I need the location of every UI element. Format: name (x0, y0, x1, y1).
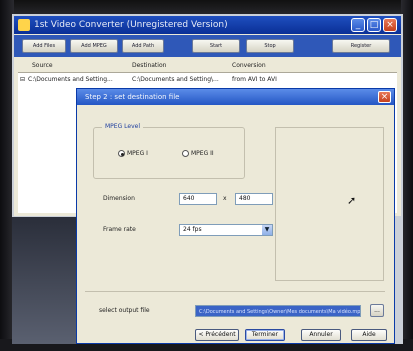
mpeg1-radio[interactable]: MPEG I (118, 150, 148, 157)
help-button[interactable]: Aide (351, 329, 387, 341)
mouse-pointer-icon: ➚ (347, 194, 357, 207)
dimension-label: Dimension (103, 195, 135, 202)
output-path-field[interactable]: C:\Documents and Settings\Owner\Mes docu… (195, 305, 361, 317)
register-button[interactable]: Register (332, 39, 390, 53)
window-controls: _ □ × (351, 18, 397, 32)
start-button[interactable]: Start (192, 39, 240, 53)
column-destination[interactable]: Destination (132, 60, 166, 72)
divider (85, 291, 385, 292)
cancel-button[interactable]: Annuler (301, 329, 341, 341)
dimension-separator: x (223, 195, 227, 202)
destination-dialog: Step 2 : set destination file × MPEG Lev… (76, 88, 395, 344)
row-conversion: from AVI to AVI (232, 76, 277, 83)
back-button[interactable]: < Précédent (195, 329, 239, 341)
mpeg2-label: MPEG II (191, 150, 214, 157)
add-path-button[interactable]: Add Path (122, 39, 164, 53)
mpeg1-label: MPEG I (127, 150, 148, 157)
main-titlebar[interactable]: 1st Video Converter (Unregistered Versio… (14, 16, 401, 34)
close-icon[interactable]: × (383, 18, 397, 32)
frame-rate-label: Frame rate (103, 226, 136, 233)
desktop-background (12, 217, 76, 344)
chevron-down-icon[interactable]: ▼ (262, 225, 272, 235)
dialog-title: Step 2 : set destination file (85, 93, 180, 101)
column-conversion[interactable]: Conversion (232, 60, 266, 72)
preview-panel (275, 127, 384, 281)
width-field[interactable]: 640 (179, 193, 217, 205)
row-destination: C:\Documents and Setting\... (132, 76, 219, 83)
expand-icon[interactable]: ⊟ (20, 75, 25, 85)
maximize-icon[interactable]: □ (367, 18, 381, 32)
add-files-button[interactable]: Add Files (22, 39, 66, 53)
radio-unselected-icon (182, 150, 189, 157)
row-source: C:\Documents and Setting... (28, 76, 113, 83)
app-icon (18, 19, 30, 31)
browse-button[interactable]: ... (370, 304, 384, 317)
minimize-icon[interactable]: _ (351, 18, 365, 32)
column-source[interactable]: Source (32, 60, 53, 72)
dialog-titlebar[interactable]: Step 2 : set destination file × (77, 89, 394, 105)
main-window-title: 1st Video Converter (Unregistered Versio… (34, 20, 228, 30)
output-file-label: select output file (99, 307, 150, 314)
stop-button[interactable]: Stop (246, 39, 294, 53)
mpeg-level-label: MPEG Level (102, 123, 143, 130)
mpeg-level-group: MPEG Level MPEG I MPEG II (93, 123, 245, 179)
close-icon[interactable]: × (378, 91, 391, 103)
list-item[interactable]: ⊟ C:\Documents and Setting... C:\Documen… (18, 75, 397, 85)
screen: 1st Video Converter (Unregistered Versio… (12, 14, 403, 344)
finish-button[interactable]: Terminer (245, 329, 285, 341)
frame-rate-value: 24 fps (183, 226, 202, 233)
toolbar: Add Files Add MPEG Add Path Start Stop R… (14, 35, 401, 57)
frame-rate-select[interactable]: 24 fps ▼ (179, 224, 273, 236)
radio-selected-icon (118, 150, 125, 157)
height-field[interactable]: 480 (235, 193, 273, 205)
mpeg2-radio[interactable]: MPEG II (182, 150, 214, 157)
add-mpeg-button[interactable]: Add MPEG (70, 39, 118, 53)
list-header: Source Destination Conversion (18, 60, 397, 73)
